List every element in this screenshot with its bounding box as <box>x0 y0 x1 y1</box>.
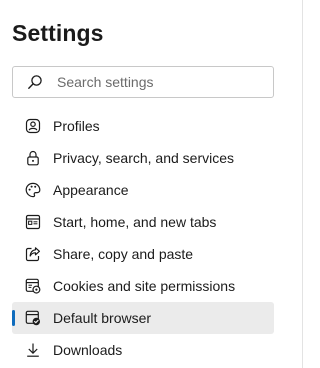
sidebar-item-label: Appearance <box>53 182 129 198</box>
sidebar-item-label: Downloads <box>53 342 123 358</box>
page-title: Settings <box>12 20 104 46</box>
sidebar-item-label: Privacy, search, and services <box>53 150 235 166</box>
sidebar-item-profiles[interactable]: Profiles <box>12 110 274 142</box>
sidebar-item-label: Cookies and site permissions <box>53 278 236 294</box>
sidebar-item-privacy[interactable]: Privacy, search, and services <box>12 142 274 174</box>
sidebar-item-label: Share, copy and paste <box>53 246 194 262</box>
search-box[interactable] <box>12 66 274 98</box>
sidebar-item-share[interactable]: Share, copy and paste <box>12 238 274 270</box>
sidebar-item-start-home[interactable]: Start, home, and new tabs <box>12 206 274 238</box>
search-input[interactable] <box>57 74 257 90</box>
sidebar-item-cookies[interactable]: Cookies and site permissions <box>12 270 274 302</box>
sidebar-item-label: Profiles <box>53 118 100 134</box>
site-permissions-icon <box>24 277 42 295</box>
default-browser-icon <box>24 309 42 327</box>
search-icon <box>27 74 43 90</box>
settings-panel: Settings Profiles <box>0 0 310 368</box>
sidebar-item-appearance[interactable]: Appearance <box>12 174 274 206</box>
profile-icon <box>24 117 42 135</box>
start-page-icon <box>24 213 42 231</box>
sidebar-item-downloads[interactable]: Downloads <box>12 334 274 366</box>
share-icon <box>24 245 42 263</box>
sidebar-item-label: Default browser <box>53 310 152 326</box>
sidebar-item-default-browser[interactable]: Default browser <box>12 302 274 334</box>
sidebar-nav: Profiles Privacy, search, and services A… <box>12 110 274 366</box>
sidebar-item-label: Start, home, and new tabs <box>53 214 217 230</box>
pane-divider <box>302 0 303 368</box>
selected-indicator <box>12 310 15 326</box>
lock-icon <box>24 149 42 167</box>
palette-icon <box>24 181 42 199</box>
download-icon <box>24 341 42 359</box>
